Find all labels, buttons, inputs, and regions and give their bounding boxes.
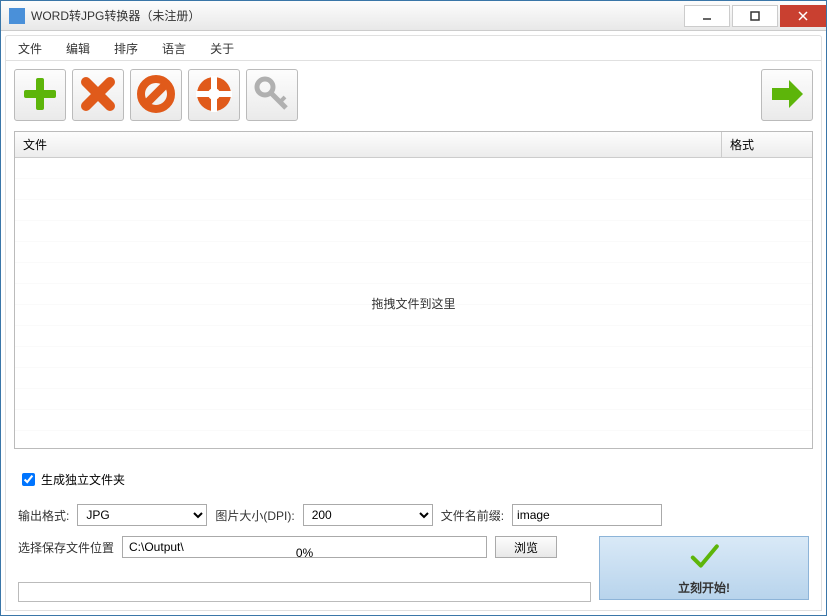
help-icon: [194, 74, 234, 117]
menu-about[interactable]: 关于: [210, 40, 234, 57]
progress-text: 0%: [296, 546, 313, 560]
titlebar: WORD转JPG转换器（未注册）: [1, 1, 826, 31]
output-path-label: 选择保存文件位置: [18, 539, 114, 556]
options-panel: 生成独立文件夹 输出格式: JPG 图片大小(DPI): 200 文件名前缀: …: [14, 449, 813, 606]
help-button[interactable]: [188, 69, 240, 121]
file-list-drop-area[interactable]: 拖拽文件到这里: [15, 158, 812, 448]
add-icon: [20, 74, 60, 117]
output-format-select[interactable]: JPG: [77, 504, 207, 526]
progress-area: 选择保存文件位置 浏览 0%: [18, 536, 591, 602]
next-button[interactable]: [761, 69, 813, 121]
clear-icon: [136, 74, 176, 117]
independent-folder-label: 生成独立文件夹: [41, 471, 125, 488]
minimize-button[interactable]: [684, 5, 730, 27]
app-icon: [9, 8, 25, 24]
close-button[interactable]: [780, 5, 826, 27]
prefix-input[interactable]: [512, 504, 662, 526]
delete-icon: [78, 74, 118, 117]
main-window: WORD转JPG转换器（未注册） 文件 编辑 排序 语言 关于: [0, 0, 827, 616]
window-controls: [684, 5, 826, 27]
clear-button[interactable]: [130, 69, 182, 121]
prefix-label: 文件名前缀:: [441, 507, 504, 524]
output-format-label: 输出格式:: [18, 507, 69, 524]
menu-edit[interactable]: 编辑: [66, 40, 90, 57]
menubar: 文件 编辑 排序 语言 关于: [5, 35, 822, 61]
dpi-label: 图片大小(DPI):: [215, 507, 294, 524]
key-icon: [252, 74, 292, 117]
maximize-button[interactable]: [732, 5, 778, 27]
file-list: 文件 格式 拖拽文件到这里: [14, 131, 813, 449]
checkmark-icon: [688, 540, 720, 575]
dpi-select[interactable]: 200: [303, 504, 433, 526]
start-button[interactable]: 立刻开始!: [599, 536, 809, 600]
content-area: 文件 格式 拖拽文件到这里 生成独立文件夹 输出格式: JPG 图片大小(DPI…: [5, 61, 822, 611]
menu-sort[interactable]: 排序: [114, 40, 138, 57]
menu-file[interactable]: 文件: [18, 40, 42, 57]
independent-folder-checkbox[interactable]: [22, 473, 35, 486]
browse-button[interactable]: 浏览: [495, 536, 557, 558]
window-title: WORD转JPG转换器（未注册）: [31, 7, 684, 24]
file-list-header: 文件 格式: [15, 132, 812, 158]
start-button-label: 立刻开始!: [678, 579, 730, 596]
column-file[interactable]: 文件: [15, 132, 722, 157]
delete-button[interactable]: [72, 69, 124, 121]
toolbar: [14, 69, 813, 121]
register-button[interactable]: [246, 69, 298, 121]
add-button[interactable]: [14, 69, 66, 121]
progress-bar: [18, 582, 591, 602]
drop-hint-text: 拖拽文件到这里: [371, 295, 455, 312]
column-format[interactable]: 格式: [722, 132, 812, 157]
arrow-right-icon: [767, 74, 807, 117]
menu-language[interactable]: 语言: [162, 40, 186, 57]
